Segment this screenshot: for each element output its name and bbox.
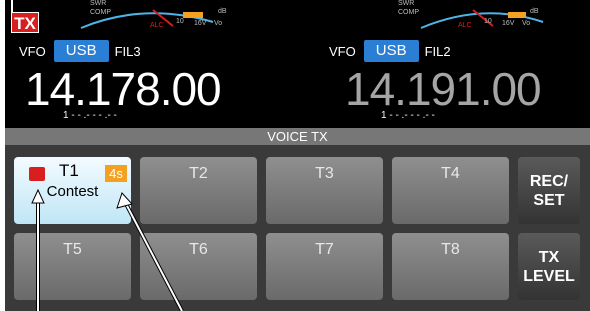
annotation-arrows: [11, 0, 184, 311]
